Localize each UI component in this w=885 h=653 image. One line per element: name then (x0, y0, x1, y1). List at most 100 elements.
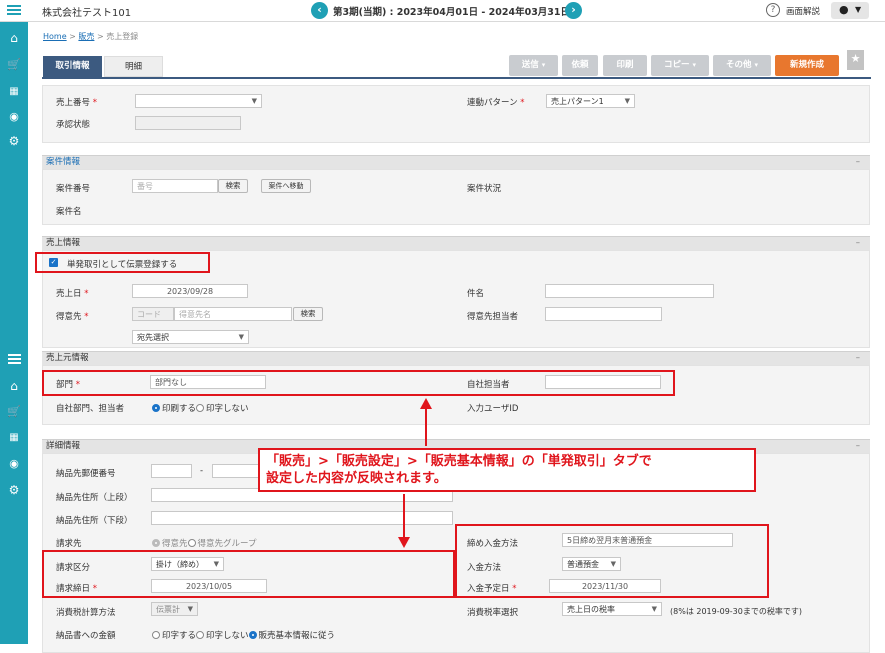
tab-underline (42, 77, 871, 79)
radio-print-on[interactable] (152, 404, 160, 412)
money-bag-icon-2[interactable]: ◉ (0, 456, 28, 472)
tax-rate-label: 消費税率選択 (467, 608, 519, 618)
staff-input[interactable] (545, 375, 661, 389)
addr2-input[interactable] (151, 511, 453, 525)
sales-date-label: 売上日 * (56, 289, 89, 299)
top-bar: 株式会社テスト101 ‹ 第3期(当期) : 2023年04月01日 - 202… (0, 0, 885, 22)
bookmark-star-icon[interactable]: ★ (847, 50, 864, 70)
print-button[interactable]: 印刷 (603, 55, 647, 76)
sales-date-input[interactable]: 2023/09/28 (132, 284, 248, 298)
radio-billing-group[interactable] (187, 539, 196, 547)
billing-type-select[interactable]: 掛け（締め） ▼ (151, 557, 224, 571)
radio-billing-customer[interactable] (152, 539, 160, 547)
breadcrumb-current: 売上登録 (106, 32, 139, 41)
customer-code-input[interactable]: コード (132, 307, 174, 321)
project-header: 案件情報 – (42, 155, 870, 169)
project-no-input[interactable]: 番号 (132, 179, 218, 193)
zip-dash: - (200, 466, 204, 476)
goto-project-button[interactable]: 案件へ移動 (261, 179, 311, 193)
link-pattern-label: 連動パターン * (467, 98, 525, 108)
tax-calc-label: 消費税計算方法 (56, 608, 116, 618)
tab-details[interactable]: 明細 (104, 56, 163, 77)
zip-input-2[interactable] (212, 464, 262, 478)
addr2-label: 納品先住所（下段） (56, 516, 133, 526)
radio-amount-print[interactable] (152, 631, 160, 639)
payment-method-input[interactable]: 5日締め翌月末普通預金 (562, 533, 733, 547)
approval-label: 承認状態 (56, 120, 91, 130)
payment-date-label: 入金予定日 * (467, 584, 517, 594)
payment-method-label: 締め入金方法 (467, 539, 519, 549)
billing-radio[interactable]: 得意先 得意先グループ (152, 537, 257, 549)
menu-icon-2[interactable] (8, 352, 21, 366)
addr1-label: 納品先住所（上段） (56, 493, 133, 503)
zip-input-1[interactable] (151, 464, 192, 478)
calculator-icon[interactable]: ▦ (0, 84, 28, 100)
prev-period-icon[interactable]: ‹ (311, 2, 328, 19)
request-button[interactable]: 依頼 (562, 55, 598, 76)
input-user-label: 入力ユーザID (467, 404, 519, 414)
home-icon[interactable]: ⌂ (0, 30, 28, 46)
payment-type-select[interactable]: 普通預金 ▼ (562, 557, 621, 571)
radio-amount-follow[interactable] (248, 631, 257, 639)
zip-label: 納品先郵便番号 (56, 469, 116, 479)
menu-icon[interactable] (7, 3, 21, 17)
subject-label: 件名 (467, 289, 485, 299)
gear-icon[interactable]: ⚙ (0, 133, 28, 149)
closing-date-label: 請求締日 * (56, 584, 97, 594)
customer-label: 得意先 * (56, 312, 89, 322)
tab-transaction-info[interactable]: 取引情報 (43, 56, 102, 77)
next-period-icon[interactable]: › (565, 2, 582, 19)
money-bag-icon[interactable]: ◉ (0, 109, 28, 125)
customer-search-button[interactable]: 検索 (293, 307, 323, 321)
user-icon: ● (839, 3, 849, 16)
caret-down-icon: ▼ (855, 5, 862, 14)
calculator-icon-2[interactable]: ▦ (0, 430, 28, 446)
payment-type-label: 入金方法 (467, 563, 502, 573)
help-label[interactable]: 画面解説 (786, 5, 820, 17)
home-icon-2[interactable]: ⌂ (0, 378, 28, 394)
single-transaction-checkbox[interactable]: ✓ (49, 258, 58, 267)
callout-line2: 設定した内容が反映されます。 (266, 471, 447, 486)
copy-button[interactable]: コピー ▾ (651, 55, 709, 76)
billing-type-label: 請求区分 (56, 563, 91, 573)
dept-input[interactable]: 部門なし (150, 375, 266, 389)
project-name-label: 案件名 (56, 207, 82, 217)
cart-icon-2[interactable]: 🛒 (0, 404, 28, 420)
print-dept-label: 自社部門、担当者 (56, 404, 125, 414)
gear-icon-2[interactable]: ⚙ (0, 482, 28, 498)
radio-amount-noprint[interactable] (196, 631, 205, 639)
tax-calc-select[interactable]: 伝票計 ▼ (151, 602, 198, 616)
callout-line1: 「販売」>「販売設定」>「販売基本情報」の「単発取引」タブで (266, 454, 652, 469)
send-button[interactable]: 送信 ▾ (509, 55, 558, 76)
sales-info-header: 売上情報 – (42, 236, 870, 250)
project-body (42, 169, 870, 225)
subject-input[interactable] (545, 284, 714, 298)
tax-rate-select[interactable]: 売上日の税率 ▼ (562, 602, 662, 616)
amount-radio[interactable]: 印字する 印字しない 販売基本情報に従う (152, 629, 335, 641)
staff-label: 自社担当者 (467, 380, 510, 390)
breadcrumb: Home > 販売 > 売上登録 (43, 32, 139, 41)
breadcrumb-sales[interactable]: 販売 (78, 32, 94, 41)
source-info-header: 売上元情報 – (42, 351, 870, 365)
breadcrumb-home[interactable]: Home (43, 32, 67, 41)
sidebar: ⌂ 🛒 ▦ ◉ ⚙ ⌂ 🛒 ▦ ◉ ⚙ (0, 22, 28, 644)
cart-icon[interactable]: 🛒 (0, 57, 28, 73)
user-menu-button[interactable]: ● ▼ (831, 2, 869, 19)
print-dept-radio[interactable]: 印刷する 印字しない (152, 402, 249, 414)
customer-person-input[interactable] (545, 307, 662, 321)
new-button[interactable]: 新規作成 (775, 55, 839, 76)
customer-name-input[interactable]: 得意先名 (174, 307, 292, 321)
link-pattern-select[interactable]: 売上パターン1 ▼ (546, 94, 635, 108)
approval-field (135, 116, 241, 130)
other-button[interactable]: その他 ▾ (713, 55, 771, 76)
callout-box: 「販売」>「販売設定」>「販売基本情報」の「単発取引」タブで 設定した内容が反映… (258, 448, 756, 492)
project-status-label: 案件状況 (467, 184, 502, 194)
payment-date-input[interactable]: 2023/11/30 (549, 579, 661, 593)
address-select[interactable]: 宛先選択 ▼ (132, 330, 249, 344)
closing-date-input[interactable]: 2023/10/05 (151, 579, 267, 593)
radio-print-off[interactable] (196, 404, 205, 412)
sales-no-select[interactable]: ▼ (135, 94, 262, 108)
sales-no-label: 売上番号 * (56, 98, 97, 108)
help-icon[interactable]: ? (766, 3, 780, 17)
project-search-button[interactable]: 検索 (218, 179, 248, 193)
